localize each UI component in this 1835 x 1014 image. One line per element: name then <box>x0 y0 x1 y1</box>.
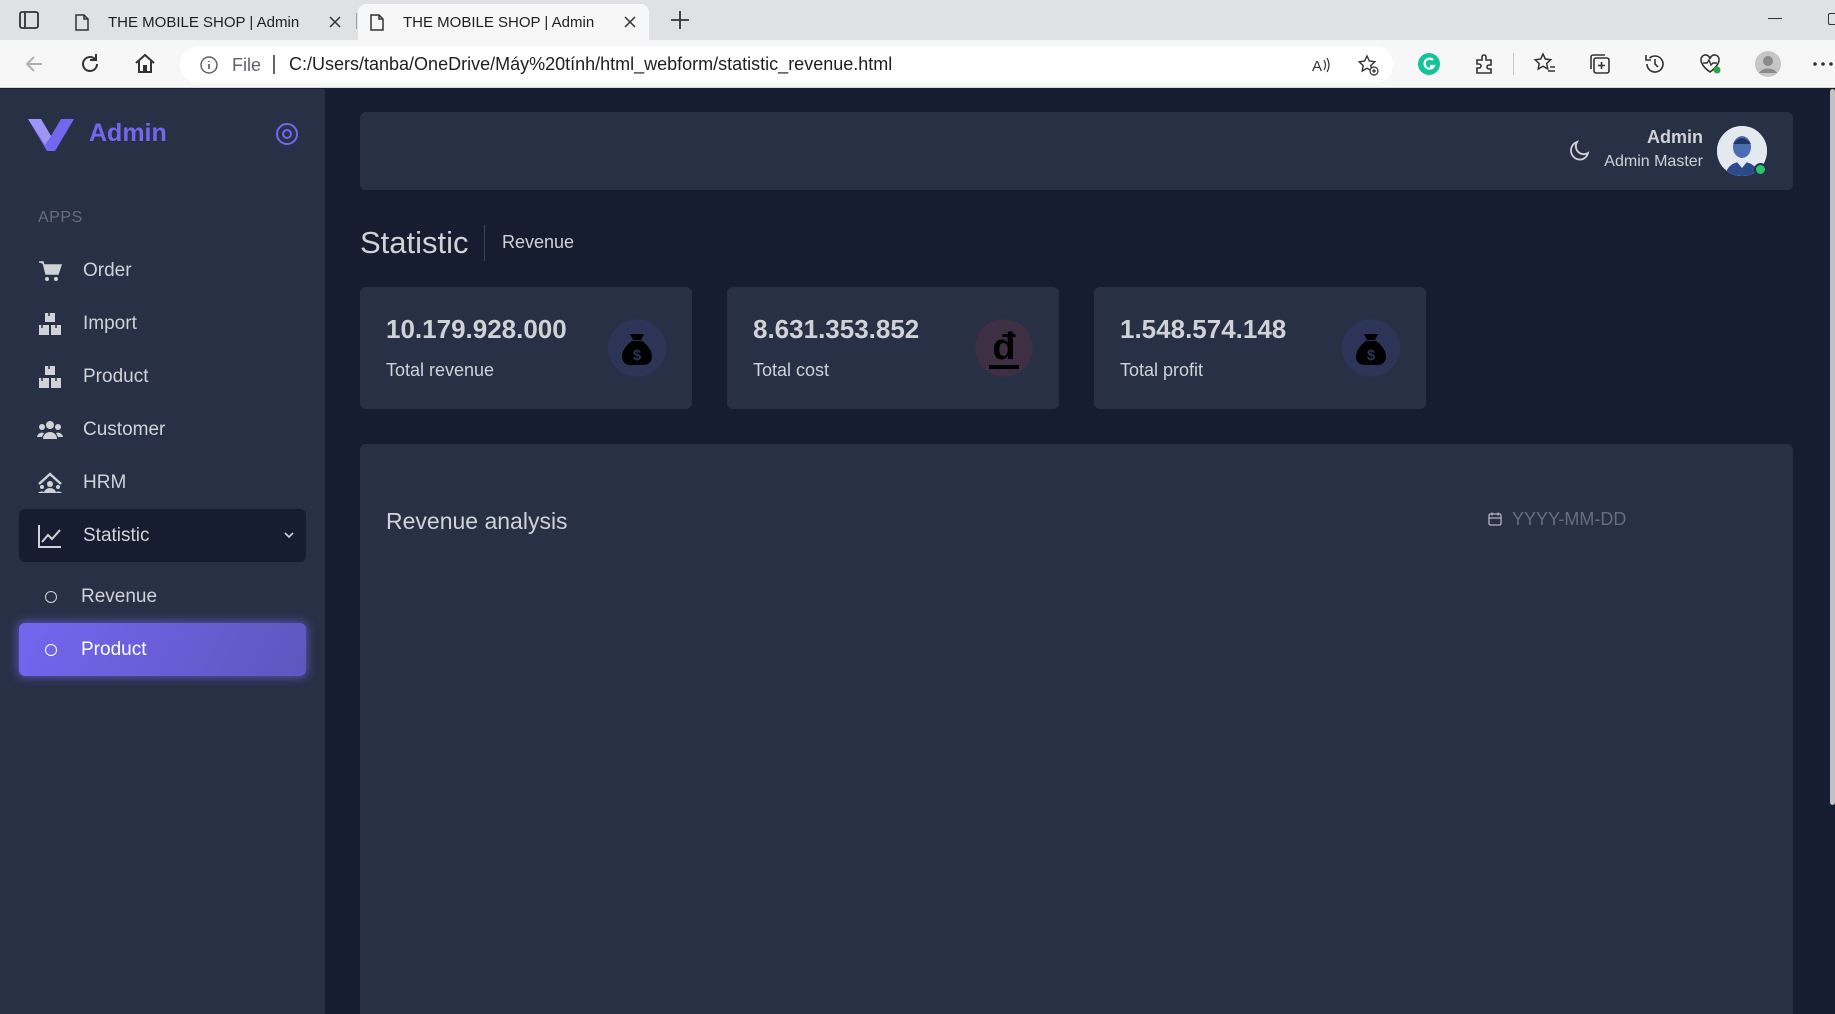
sidebar-item-label: Product <box>83 365 149 387</box>
url-text[interactable]: C:/Users/tanba/OneDrive/Máy%20tính/html_… <box>289 54 892 75</box>
stat-value: 10.179.928.000 <box>386 314 567 344</box>
circle-icon <box>45 590 57 603</box>
money-bag-icon: $ <box>608 319 666 377</box>
maximize-window-icon[interactable] <box>1828 13 1835 25</box>
section-header: APPS <box>38 209 83 226</box>
back-icon[interactable] <box>22 51 48 77</box>
close-tab-icon[interactable] <box>623 15 637 29</box>
sidebar-item-statistic[interactable]: Statistic <box>19 509 306 562</box>
stat-label: Total profit <box>1120 360 1204 380</box>
tab-actions-icon[interactable] <box>18 9 40 31</box>
stat-card-revenue: 10.179.928.000 Total revenue $ <box>360 287 692 409</box>
browser-tab-bar: THE MOBILE SHOP | Admin THE MOBILE SHOP … <box>0 0 1835 40</box>
sidebar-item-import[interactable]: Import <box>19 297 306 350</box>
logo-icon[interactable] <box>28 117 74 151</box>
document-icon <box>370 13 384 31</box>
page-scrollbar[interactable] <box>1830 89 1835 805</box>
stat-label: Total cost <box>753 360 830 380</box>
dong-icon: đ <box>975 319 1033 377</box>
sidebar-item-customer[interactable]: Customer <box>19 403 306 456</box>
card-title: Revenue analysis <box>386 508 568 534</box>
sidebar-item-label: Customer <box>83 418 166 440</box>
reload-icon[interactable] <box>77 51 103 77</box>
collapse-toggle-icon[interactable] <box>275 122 299 146</box>
chart-line-icon <box>38 524 61 548</box>
calendar-icon[interactable] <box>1487 511 1503 527</box>
stat-value: 1.548.574.148 <box>1120 314 1287 344</box>
grammarly-icon[interactable] <box>1416 51 1442 77</box>
stat-value: 8.631.353.852 <box>753 314 920 344</box>
user-role: Admin Master <box>1604 153 1703 170</box>
users-icon <box>37 420 63 439</box>
tab-title: THE MOBILE SHOP | Admin <box>403 13 595 31</box>
title-divider <box>484 225 485 261</box>
sidebar-item-label: Order <box>83 259 132 281</box>
sidebar-subitem-label: Product <box>81 638 147 660</box>
browser-tab[interactable]: THE MOBILE SHOP | Admin <box>63 4 354 40</box>
address-separator <box>273 55 275 74</box>
chevron-down-icon <box>284 532 294 539</box>
svg-text:A: A <box>1312 58 1322 75</box>
cart-icon <box>39 260 63 281</box>
address-bar[interactable]: File C:/Users/tanba/OneDrive/Máy%20tính/… <box>180 46 1393 83</box>
sidebar-item-label: Import <box>83 312 137 334</box>
close-tab-icon[interactable] <box>328 15 342 29</box>
stat-card-profit: 1.548.574.148 Total profit $ <box>1094 287 1426 409</box>
sidebar-item-order[interactable]: Order <box>19 244 306 297</box>
breadcrumb[interactable]: Revenue <box>502 232 574 253</box>
sidebar-item-label: Statistic <box>83 524 150 546</box>
sidebar-item-product[interactable]: Product <box>19 350 306 403</box>
read-aloud-icon[interactable]: A <box>1310 54 1332 76</box>
collections-icon[interactable] <box>1587 51 1613 77</box>
svg-text:$: $ <box>633 347 642 364</box>
sidebar-subitem-revenue[interactable]: Revenue <box>19 570 306 623</box>
user-name[interactable]: Admin <box>1647 127 1703 148</box>
stat-label: Total revenue <box>386 360 495 380</box>
profile-icon[interactable] <box>1754 50 1782 78</box>
history-icon[interactable] <box>1642 51 1668 77</box>
revenue-analysis-card: Revenue analysis <box>360 444 1793 1014</box>
favorites-icon[interactable] <box>1532 51 1558 77</box>
circle-icon <box>45 643 57 656</box>
minimize-window-icon[interactable] <box>1768 18 1782 19</box>
hrm-icon <box>38 471 62 493</box>
top-navbar: Admin Admin Master <box>360 112 1793 190</box>
document-icon <box>75 13 89 31</box>
online-status-dot <box>1754 163 1767 176</box>
browser-toolbar: File C:/Users/tanba/OneDrive/Máy%20tính/… <box>0 40 1835 88</box>
new-tab-icon[interactable] <box>668 8 692 32</box>
sidebar-subitem-product[interactable]: Product <box>19 623 306 676</box>
tab-separator <box>356 13 357 29</box>
svg-text:đ: đ <box>992 326 1016 368</box>
moon-icon[interactable] <box>1566 138 1592 164</box>
page-title: Statistic <box>360 225 469 260</box>
svg-text:$: $ <box>1367 347 1376 364</box>
money-bag-icon: $ <box>1342 319 1400 377</box>
add-favorite-icon[interactable] <box>1357 54 1379 76</box>
sidebar-item-hrm[interactable]: HRM <box>19 456 306 509</box>
extensions-icon[interactable] <box>1472 51 1498 77</box>
boxes-icon <box>39 312 61 335</box>
sidebar: Admin APPS Order Import Product Customer… <box>0 89 325 1014</box>
browser-tab-active[interactable]: THE MOBILE SHOP | Admin <box>358 4 649 40</box>
performance-icon[interactable] <box>1697 51 1723 77</box>
sidebar-subitem-label: Revenue <box>81 585 158 607</box>
tab-title: THE MOBILE SHOP | Admin <box>108 13 300 31</box>
scheme-label: File <box>232 55 262 75</box>
sidebar-item-label: HRM <box>83 471 127 493</box>
info-icon[interactable] <box>200 56 218 74</box>
brand-name[interactable]: Admin <box>89 119 167 148</box>
boxes-icon <box>39 365 61 388</box>
date-picker-input[interactable] <box>1512 504 1762 534</box>
home-icon[interactable] <box>132 51 158 77</box>
more-options-icon[interactable] <box>1810 51 1835 77</box>
toolbar-separator <box>1513 53 1514 75</box>
stat-card-cost: 8.631.353.852 Total cost đ <box>727 287 1059 409</box>
